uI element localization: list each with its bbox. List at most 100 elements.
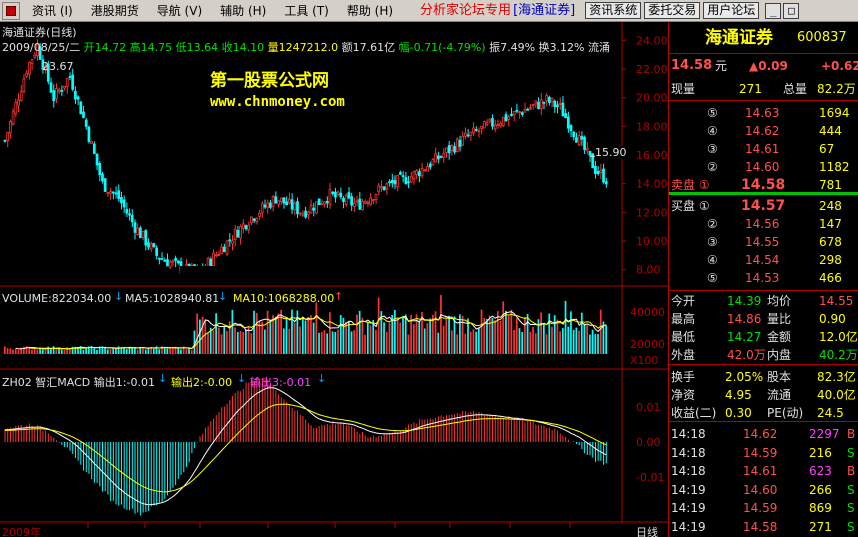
candle-body [111, 191, 115, 194]
volume-bar [199, 319, 201, 354]
candle-body [136, 227, 140, 235]
candle-body [496, 124, 500, 126]
bid-row: ③ 14.55 678 [669, 233, 858, 251]
candle-body [407, 181, 410, 184]
bid-volume: 147 [819, 217, 842, 231]
info-turnover: 换3.12% [538, 41, 585, 54]
menu-navigate[interactable]: 导航 (V) [148, 0, 211, 22]
candle-body [109, 191, 112, 194]
candle-body [95, 153, 99, 166]
candle-body [580, 136, 584, 140]
volume-bar [448, 315, 450, 354]
volume-bar [377, 297, 380, 354]
candle-body [166, 259, 169, 267]
menu-info[interactable]: 资讯 (I) [23, 0, 82, 22]
kline-chart[interactable]: 24.00 22.00 20.00 18.00 16.00 14.00 12.00 10.00… [0, 22, 668, 537]
volume-bar [312, 322, 315, 354]
candle-body [293, 202, 297, 211]
candle-body [82, 111, 85, 118]
candle-body [141, 231, 145, 239]
volume-bar [247, 326, 250, 354]
menu-hk-futures[interactable]: 港股期货 [82, 0, 148, 22]
candle-body [477, 130, 481, 133]
bid-price: 14.54 [745, 253, 780, 267]
volume-bar [93, 348, 96, 354]
volume-bar [77, 347, 79, 354]
period-label[interactable]: 日线 [636, 524, 658, 537]
candle-body [564, 113, 567, 119]
tick-side: S [847, 501, 855, 515]
volume-bar [31, 349, 33, 354]
price-unit: 元 [715, 59, 728, 73]
volume-bar [231, 309, 234, 354]
trade-button[interactable]: 委托交易 [644, 2, 701, 19]
candle-body [461, 135, 465, 146]
candle-body [60, 90, 64, 92]
info-volume: 量1247212.0 [267, 41, 339, 54]
candle-body [393, 180, 397, 185]
volume-bar [540, 312, 542, 354]
minimize-button[interactable]: _ [765, 2, 782, 19]
broker-link[interactable]: [海通证券] [513, 0, 575, 22]
volume-bar [342, 317, 345, 354]
candle-body [347, 192, 351, 199]
info-system-button[interactable]: 资讯系统 [585, 2, 642, 19]
stat-label: 最低 [671, 330, 696, 344]
candle-body [128, 213, 131, 216]
menu-tools[interactable]: 工具 (T) [275, 0, 338, 22]
tick-volume: 869 [809, 501, 832, 515]
volume-bar [201, 316, 204, 354]
candle-body [269, 202, 272, 208]
volume-bar [594, 333, 597, 354]
candle-body [361, 201, 364, 210]
volume-bar [507, 315, 510, 354]
candle-body [469, 131, 473, 136]
volume-bar [326, 333, 329, 354]
tick-row: 14:19 14.59 869 S [669, 499, 858, 517]
system-menu-icon[interactable] [2, 1, 20, 20]
volume-bar [605, 325, 607, 354]
candle-body [279, 197, 283, 203]
macd-dea-line [5, 403, 607, 493]
candle-body [160, 258, 164, 261]
volume-bar [394, 310, 396, 354]
volume-bar [440, 295, 442, 354]
menu-bar: 资讯 (I) 港股期货 导航 (V) 辅助 (H) 工具 (T) 帮助 (H) … [0, 0, 858, 22]
volume-bar [572, 329, 575, 354]
volume-bar [567, 326, 570, 354]
candle-body [561, 102, 565, 117]
volume-bar [166, 348, 169, 354]
price-axis-label: 16.00 [636, 149, 668, 162]
menu-assist[interactable]: 辅助 (H) [211, 0, 275, 22]
candle-body [556, 104, 559, 107]
candle-body [139, 227, 142, 239]
candle-body [336, 191, 340, 196]
stock-code: 600837 [797, 30, 847, 45]
candle-body [87, 126, 91, 142]
candle-body [412, 171, 416, 180]
volume-bar [204, 319, 207, 354]
tick-row: 14:19 14.60 266 S [669, 481, 858, 499]
volume-bar [575, 327, 578, 354]
volume-bar [553, 315, 556, 354]
stat-value: 14.86 [727, 312, 762, 326]
ask-price: 14.61 [745, 142, 780, 156]
candle-body [377, 185, 381, 193]
maximize-button[interactable]: □ [783, 2, 800, 19]
volume-bar [258, 321, 261, 354]
candle-body [120, 196, 123, 204]
user-forum-button[interactable]: 用户论坛 [703, 2, 760, 19]
candle-body [445, 147, 448, 154]
candle-body [68, 76, 72, 78]
candle-body [501, 116, 505, 126]
volume-bar [50, 349, 52, 354]
stat-row: 外盘 42.0万 内盘 40.2万 [669, 346, 858, 364]
forum-link[interactable]: 分析家论坛专用 [420, 0, 511, 22]
volume-bar [542, 323, 545, 354]
candle-body [545, 95, 549, 102]
candle-body [529, 107, 532, 110]
menu-help[interactable]: 帮助 (H) [338, 0, 402, 22]
price-axis-label: 8.00 [636, 264, 661, 277]
candle-body [90, 141, 93, 144]
candle-body [315, 201, 318, 214]
